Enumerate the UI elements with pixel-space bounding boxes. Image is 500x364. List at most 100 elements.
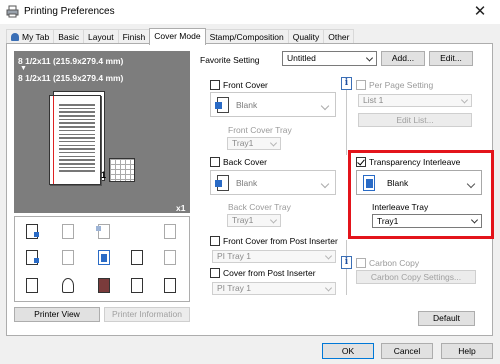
tab-my-tab[interactable]: My Tab [6,29,55,44]
user-icon [11,33,19,41]
cancel-button[interactable]: Cancel [381,343,433,359]
per-page-setting-label: Per Page Setting [369,80,434,90]
back-cover-icon[interactable] [23,249,41,267]
ok-button[interactable]: OK [322,343,374,359]
text-lines [59,104,95,174]
chevron-down-icon [269,138,278,147]
per-page-list-select[interactable]: List 1 [358,94,472,107]
tab-strip: My Tab Basic Layout Finish Cover Mode St… [6,28,355,45]
front-page [49,95,101,185]
favorite-value: Untitled [287,53,316,63]
chevron-down-icon [324,251,333,260]
tray-value: Tray1 [232,215,254,225]
blank-page-icon [215,97,229,113]
front-cover-type-value: Blank [236,100,258,110]
transparency-type-value: Blank [387,178,409,188]
tab-stamp-composition[interactable]: Stamp/Composition [204,29,289,44]
tab-cover-mode[interactable]: Cover Mode [149,28,206,45]
page-number-icon[interactable] [161,277,179,295]
chevron-down-icon [365,53,374,62]
transparency-type-picker[interactable]: Blank [356,170,482,195]
chapter-icon[interactable] [95,223,113,241]
binding-line [53,96,54,184]
help-button[interactable]: Help [441,343,493,359]
chevron-down-icon [460,95,469,104]
front-cover-tray-select[interactable]: Tray1 [227,137,281,150]
front-post-tray-select[interactable]: PI Tray 1 [212,250,336,263]
front-cover-label: Front Cover [223,80,268,90]
stamp-icon[interactable] [161,223,179,241]
transparency-icon[interactable] [95,249,113,267]
per-page-icon[interactable] [59,249,77,267]
interleave-tray-select[interactable]: Tray1 [372,214,482,228]
front-cover-checkbox[interactable] [210,80,220,90]
overlay-icon[interactable] [161,249,179,267]
printer-information-button[interactable]: Printer Information [104,307,190,322]
edit-button[interactable]: Edit... [429,51,473,66]
back-post-tray-select[interactable]: PI Tray 1 [212,282,336,295]
chevron-down-icon [324,283,333,292]
back-cover-tray-select[interactable]: Tray1 [227,214,281,227]
printer-view-button[interactable]: Printer View [14,307,100,322]
tab-layout[interactable]: Layout [83,29,119,44]
back-cover-tray-label: Back Cover Tray [228,202,291,212]
chevron-down-icon [320,101,330,111]
info-icon[interactable]: i [341,256,352,269]
tab-basic[interactable]: Basic [53,29,85,44]
back-cover-post-inserter-checkbox[interactable] [210,268,220,278]
edit-list-button[interactable]: Edit List... [358,113,472,127]
watermark-icon[interactable] [23,277,41,295]
close-icon[interactable]: ✕ [470,3,490,21]
page-number: 1 [101,170,107,180]
copies-count: x1 [176,203,186,213]
chevron-down-icon [320,179,330,189]
tray-value: PI Tray 1 [217,283,252,293]
list-value: List 1 [363,95,384,105]
default-button[interactable]: Default [418,311,475,326]
tray-value: PI Tray 1 [217,251,252,261]
tray-value: Tray1 [377,216,399,226]
back-cover-checkbox[interactable] [210,157,220,167]
blank-page-icon [215,175,229,191]
header-footer-icon[interactable] [128,277,146,295]
paper-size-line-2: 8 1/2x11 (215.9x279.4 mm) [18,73,124,83]
transparency-page-icon [363,175,375,191]
favorite-setting-label: Favorite Setting [200,55,260,65]
person-icon[interactable] [59,277,77,295]
window-title: Printing Preferences [24,6,115,17]
tab-other[interactable]: Other [323,29,355,44]
back-cover-post-inserter-label: Cover from Post Inserter [223,268,316,278]
chevron-down-icon [466,179,476,189]
carbon-copy-icon[interactable] [128,249,146,267]
transparency-interleave-checkbox[interactable] [356,157,366,167]
carbon-copy-label: Carbon Copy [369,258,420,268]
front-cover-post-inserter-label: Front Cover from Post Inserter [223,236,338,246]
tab-finish[interactable]: Finish [117,29,151,44]
front-cover-post-inserter-checkbox[interactable] [210,236,220,246]
per-page-setting-checkbox[interactable] [356,80,366,90]
back-cover-type-picker[interactable]: Blank [210,170,336,195]
front-cover-icon[interactable] [23,223,41,241]
info-icon[interactable]: i [341,77,352,90]
back-cover-label: Back Cover [223,157,267,167]
front-cover-type-picker[interactable]: Blank [210,92,336,117]
tray-value: Tray1 [232,138,254,148]
carbon-copy-checkbox[interactable] [356,258,366,268]
back-cover-type-value: Blank [236,178,258,188]
carbon-copy-settings-button[interactable]: Carbon Copy Settings... [356,270,476,284]
transparency-interleave-label: Transparency Interleave [369,157,461,167]
separator [346,85,347,155]
function-icon-panel [14,216,190,302]
printer-icon [6,5,19,18]
favorite-setting-select[interactable]: Untitled [282,51,377,66]
tab-quality[interactable]: Quality [287,29,325,44]
id-print-icon[interactable] [95,277,113,295]
add-button[interactable]: Add... [381,51,425,66]
post-inserter-icon[interactable] [59,223,77,241]
paper-size-line-1: 8 1/2x11 (215.9x279.4 mm) [18,56,124,66]
interleave-sheet [109,158,135,182]
chevron-down-icon [470,216,479,224]
arrow-down-icon: ▼ [20,65,27,72]
interleave-tray-label: Interleave Tray [372,202,429,212]
chevron-down-icon [269,215,278,224]
